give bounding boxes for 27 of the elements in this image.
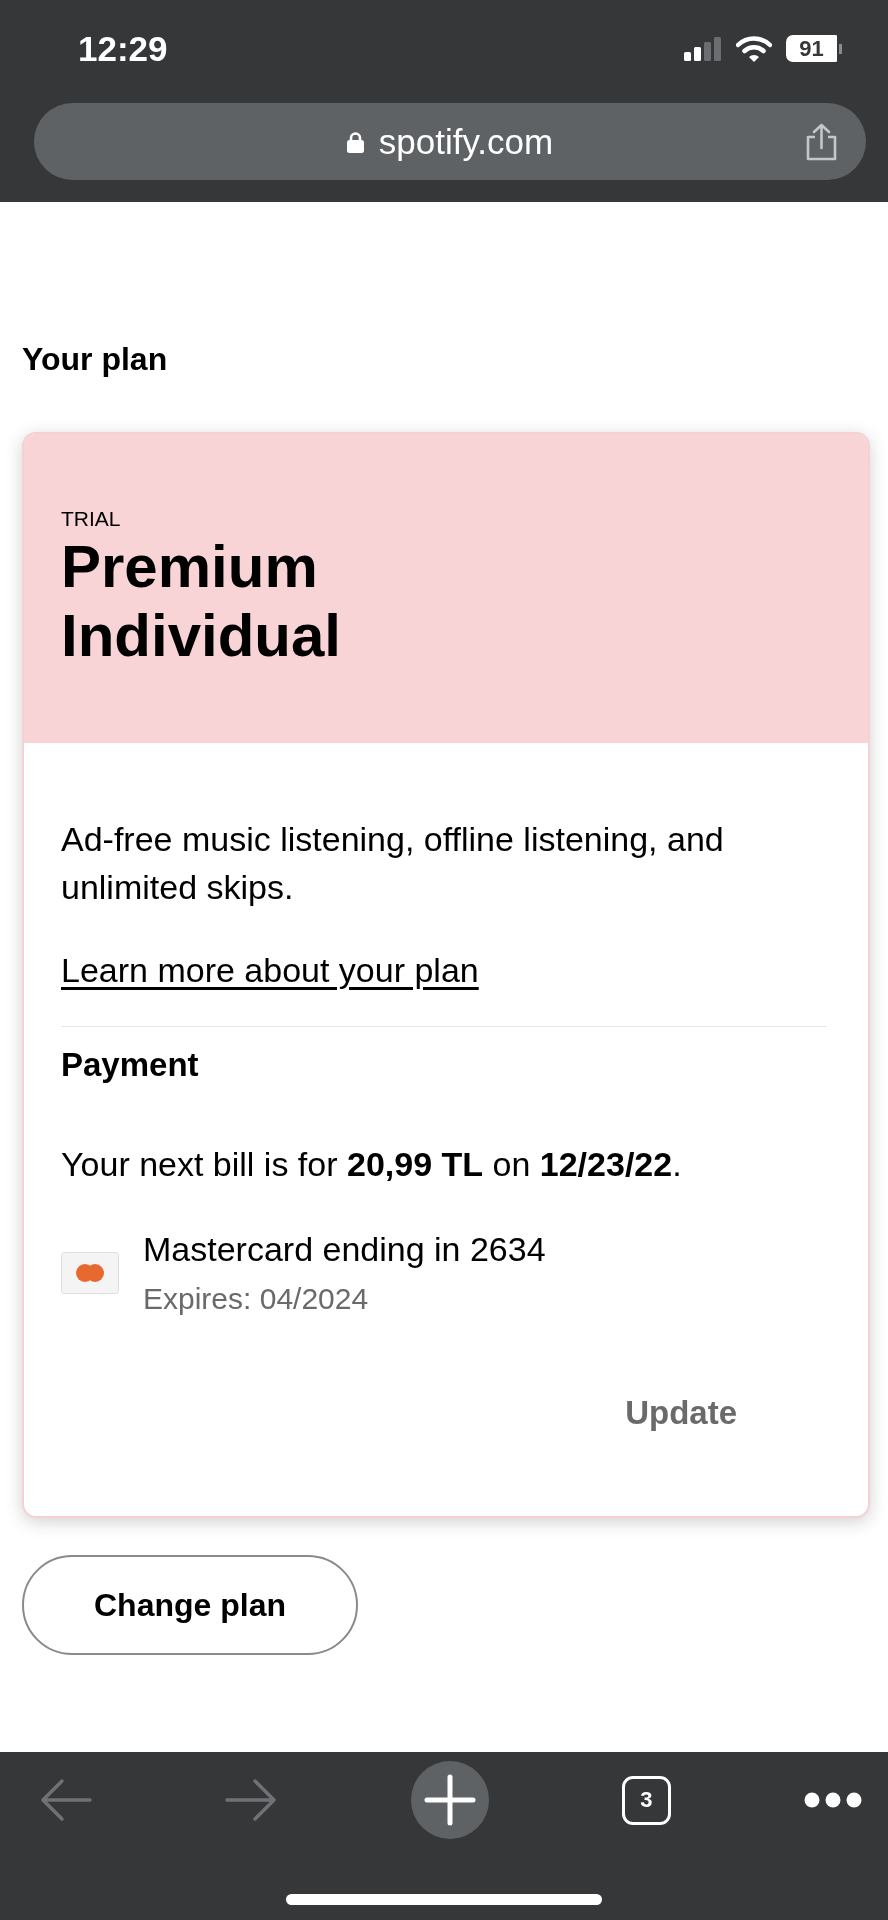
plan-title: Premium Individual <box>61 532 341 670</box>
mastercard-icon <box>61 1252 119 1294</box>
plan-description: Ad-free music listening, offline listening, and unlimited skips. <box>61 819 725 908</box>
share-button[interactable] <box>805 122 838 161</box>
plus-icon <box>423 1774 476 1826</box>
tabs-button[interactable]: 3 <box>621 1775 671 1825</box>
update-button[interactable]: Update <box>595 1377 767 1449</box>
card-expiry: Expires: 04/2024 <box>143 1281 370 1317</box>
signal-icon <box>684 36 722 61</box>
ellipsis-icon <box>804 1792 862 1808</box>
card-name: Mastercard ending in 2634 <box>143 1229 546 1270</box>
arrow-right-icon <box>225 1778 278 1822</box>
more-button[interactable] <box>804 1792 862 1808</box>
wifi-icon <box>736 35 772 62</box>
lock-icon <box>346 130 364 153</box>
plan-tag: TRIAL <box>61 506 831 532</box>
battery-indicator: 91 <box>786 35 842 62</box>
status-time: 12:29 <box>78 28 168 69</box>
change-plan-button[interactable]: Change plan <box>22 1555 358 1655</box>
share-icon <box>805 122 838 161</box>
url-text: spotify.com <box>378 121 554 162</box>
arrow-left-icon <box>40 1778 92 1822</box>
address-bar[interactable]: spotify.com <box>34 103 866 180</box>
payment-heading: Payment <box>61 1045 200 1085</box>
learn-more-link[interactable]: Learn more about your plan <box>61 946 479 994</box>
next-bill-text: Your next bill is for 20,99 TL on 12/23/22. <box>61 1144 683 1185</box>
section-heading: Your plan <box>22 340 169 379</box>
